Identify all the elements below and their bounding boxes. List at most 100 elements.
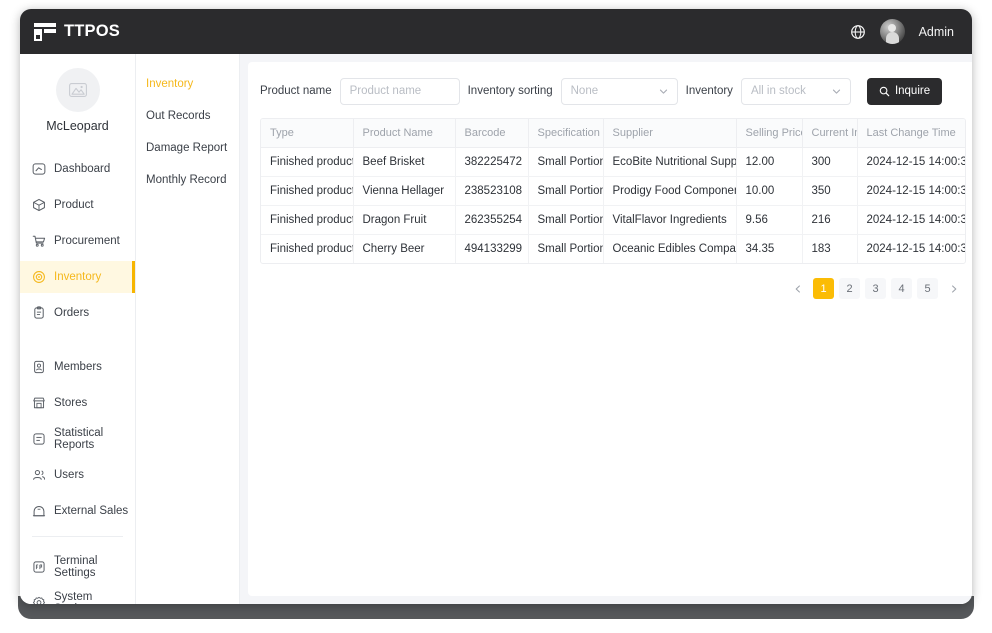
column-header-product-name[interactable]: Product Name (353, 119, 456, 148)
submenu-item-label: Inventory (146, 78, 194, 90)
cell-barcode: 238523108 (455, 176, 529, 206)
gear-icon (33, 596, 45, 604)
sidebar-item-external-sales[interactable]: External Sales (20, 495, 135, 527)
cell-specification: Small Portion (528, 176, 604, 206)
column-header-selling-price[interactable]: Selling Price (736, 119, 803, 148)
cell-selling-price: 34.35 (736, 234, 803, 263)
table-row[interactable]: Finished product Cherry Beer 494133299 S… (261, 234, 966, 263)
inventory-stock-value: All in stock (750, 85, 806, 97)
sidebar-item-label: Members (54, 361, 102, 373)
pagination-page-2[interactable]: 2 (839, 278, 860, 299)
submenu-item-out-records[interactable]: Out Records (136, 100, 239, 132)
sidebar: McLeopard Dashboard Product Procurement … (20, 54, 136, 604)
avatar[interactable] (879, 19, 905, 44)
column-header-current-inventory[interactable]: Current Inve (802, 119, 858, 148)
brand-name: TTPOS (64, 22, 121, 40)
inquire-button-label: Inquire (894, 85, 931, 97)
sidebar-item-product[interactable]: Product (20, 189, 135, 221)
dashboard-icon (32, 163, 46, 175)
inventory-stock-label: Inventory (685, 85, 733, 97)
cell-supplier: EcoBite Nutritional Supplies (603, 147, 737, 177)
sidebar-item-label: Terminal Settings (54, 555, 98, 579)
column-header-last-change-time[interactable]: Last Change Time (857, 119, 965, 148)
column-header-type[interactable]: Type (261, 119, 354, 148)
inventory-table: Type Product Name Barcode Specification … (260, 118, 966, 264)
table-header-row: Type Product Name Barcode Specification … (261, 119, 965, 148)
external-sales-icon (32, 506, 46, 517)
table-row[interactable]: Finished product Beef Brisket 382225472 … (261, 147, 965, 177)
main-content: Product name Inventory sorting None Inve… (240, 54, 972, 604)
sidebar-item-statistical-reports[interactable]: Statistical Reports (20, 423, 135, 455)
pagination-next[interactable] (943, 278, 964, 299)
inventory-sorting-value: None (570, 85, 599, 97)
sidebar-item-label: Orders (54, 307, 90, 319)
cell-selling-price: 9.56 (736, 205, 803, 235)
members-icon (34, 360, 44, 374)
cell-current-inventory: 350 (802, 176, 858, 206)
filter-bar: Product name Inventory sorting None Inve… (260, 76, 966, 106)
sidebar-item-label: Inventory (54, 271, 102, 283)
submenu-item-inventory[interactable]: Inventory (136, 68, 239, 100)
cell-type: Finished product (261, 205, 354, 235)
inventory-stock-select[interactable]: All in stock (740, 77, 851, 105)
table-row[interactable]: Finished product Dragon Fruit 262355254 … (261, 205, 965, 235)
sidebar-item-label: System Settings (54, 591, 96, 604)
submenu-item-label: Damage Report (146, 142, 228, 154)
sidebar-item-orders[interactable]: Orders (20, 297, 135, 329)
sidebar-item-procurement[interactable]: Procurement (20, 225, 135, 257)
sidebar-item-users[interactable]: Users (20, 459, 135, 491)
top-bar-right: Admin (850, 19, 954, 44)
sidebar-item-label: External Sales (54, 505, 129, 517)
column-header-supplier[interactable]: Supplier (603, 119, 737, 148)
submenu-item-label: Monthly Record (146, 174, 227, 186)
content-card: Product name Inventory sorting None Inve… (248, 62, 972, 596)
product-icon (33, 198, 45, 212)
cell-supplier: VitalFlavor Ingredients (603, 205, 737, 235)
cell-product-name: Vienna Hellager (353, 176, 456, 206)
column-header-specification[interactable]: Specification (528, 119, 604, 148)
pagination-page-1[interactable]: 1 (813, 278, 834, 299)
inquire-button[interactable]: Inquire (866, 77, 943, 105)
submenu-item-damage-report[interactable]: Damage Report (136, 132, 239, 164)
sidebar-item-label: Statistical Reports (54, 427, 104, 451)
cell-barcode: 382225472 (455, 147, 529, 177)
submenu-item-monthly-record[interactable]: Monthly Record (136, 164, 239, 196)
brand[interactable]: TTPOS (34, 22, 120, 42)
sidebar-item-stores[interactable]: Stores (20, 387, 135, 419)
sidebar-profile-name: McLeopard (46, 119, 109, 133)
chevron-down-icon (659, 89, 667, 94)
column-header-barcode[interactable]: Barcode (455, 119, 529, 148)
inventory-sorting-select[interactable]: None (560, 77, 678, 105)
cell-barcode: 494133299 (455, 234, 529, 263)
sidebar-item-terminal-settings[interactable]: Terminal Settings (20, 551, 135, 583)
cell-current-inventory: 216 (802, 205, 858, 235)
cell-specification: Small Portion (528, 205, 604, 235)
store-icon (33, 397, 45, 409)
sidebar-divider (32, 536, 123, 537)
cell-specification: Small Portion (528, 147, 604, 177)
sidebar-item-label: Procurement (54, 235, 120, 247)
cell-type: Finished product (261, 234, 354, 263)
sidebar-item-inventory[interactable]: Inventory (20, 261, 135, 293)
sidebar-profile: McLeopard (20, 54, 135, 133)
sidebar-item-system-settings[interactable]: System Settings (20, 587, 135, 604)
submenu-item-label: Out Records (146, 110, 211, 122)
pagination-page-4[interactable]: 4 (891, 278, 912, 299)
cell-barcode: 262355254 (455, 205, 529, 235)
sidebar-item-members[interactable]: Members (20, 351, 135, 383)
cell-product-name: Dragon Fruit (353, 205, 456, 235)
pagination-page-3[interactable]: 3 (865, 278, 886, 299)
inventory-icon (33, 271, 45, 283)
cell-supplier: Oceanic Edibles Company (603, 234, 737, 263)
device-frame: TTPOS Admin McLeopard Dashboard Product … (0, 0, 992, 633)
product-name-input[interactable] (339, 77, 460, 105)
pagination-page-5[interactable]: 5 (917, 278, 938, 299)
image-placeholder-icon (55, 68, 100, 112)
pagination-prev[interactable] (787, 278, 808, 299)
user-label[interactable]: Admin (919, 25, 954, 39)
cell-last-change-time: 2024-12-15 14:00:36 (866, 243, 966, 255)
globe-icon[interactable] (850, 24, 866, 40)
sidebar-item-dashboard[interactable]: Dashboard (20, 153, 135, 185)
table-row[interactable]: Finished product Vienna Hellager 2385231… (261, 176, 965, 206)
